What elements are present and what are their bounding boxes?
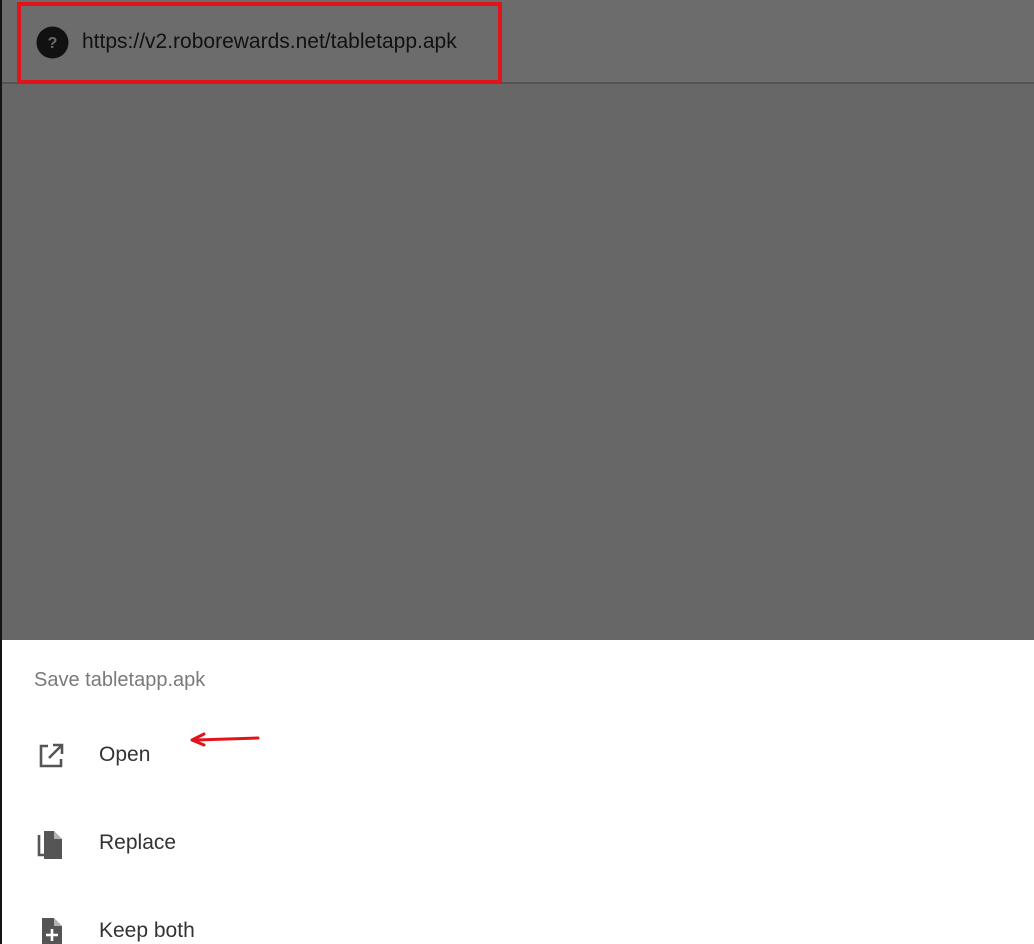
keep-both-option-label: Keep both — [99, 919, 195, 942]
url-highlight-box — [17, 2, 502, 84]
sheet-title: Save tabletapp.apk — [34, 669, 206, 691]
replace-option[interactable]: Replace — [2, 799, 1034, 887]
open-option-label: Open — [99, 743, 151, 766]
dimmed-page-overlay[interactable] — [2, 0, 1034, 640]
open-in-new-icon — [36, 741, 66, 771]
replace-option-label: Replace — [99, 831, 177, 854]
red-arrow-annotation — [178, 729, 260, 749]
add-file-icon — [36, 917, 66, 944]
open-option[interactable]: Open — [2, 711, 1034, 799]
copy-file-icon — [36, 829, 66, 859]
keep-both-option[interactable]: Keep both — [2, 887, 1034, 944]
download-bottom-sheet: Save tabletapp.apk Open Replace Keep bot… — [2, 640, 1034, 944]
